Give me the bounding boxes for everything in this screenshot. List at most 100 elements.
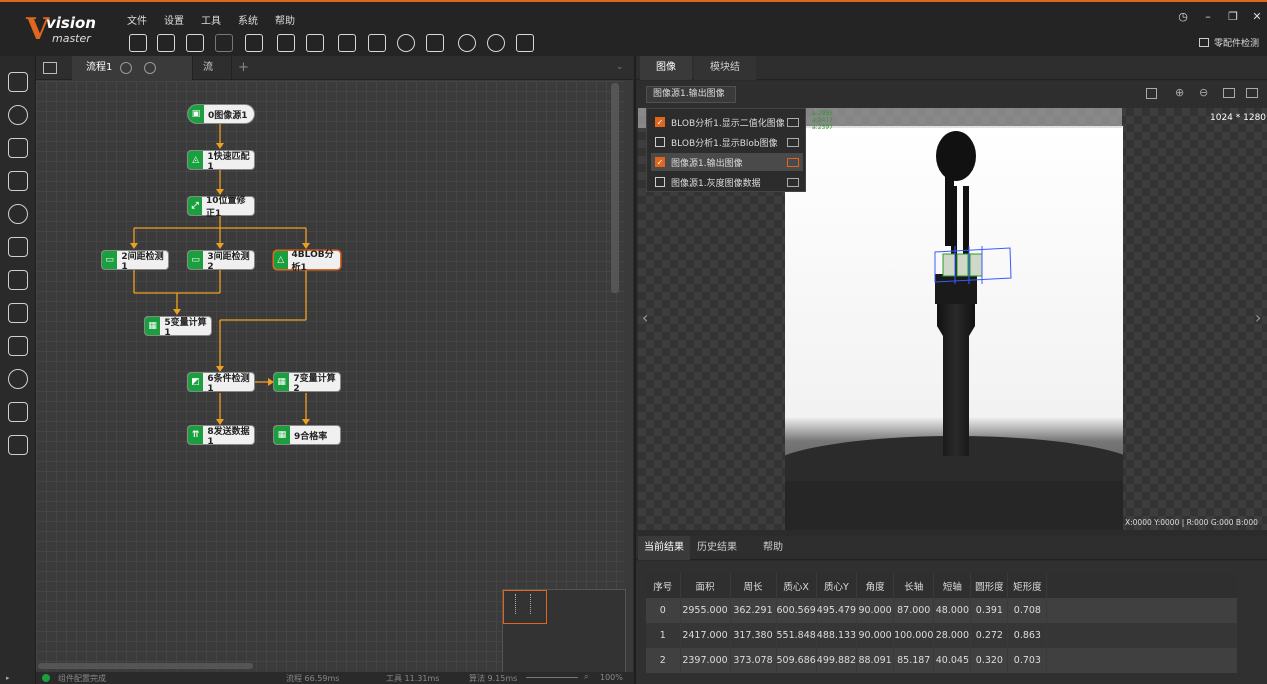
flow-tree-icon[interactable] bbox=[43, 62, 57, 74]
menu-file[interactable]: 文件 bbox=[127, 12, 147, 27]
canvas-v-scrollbar[interactable] bbox=[611, 83, 619, 293]
tab-current-result[interactable]: 当前结果 bbox=[638, 536, 690, 560]
tab-module-result[interactable]: 模块结果 bbox=[694, 56, 756, 97]
script-icon[interactable] bbox=[426, 34, 444, 52]
flow-node-condition[interactable]: ◩ 6条件检测1 bbox=[188, 373, 254, 394]
close-icon[interactable]: ✕ bbox=[1250, 10, 1264, 24]
table-row[interactable]: 2 2397.000 373.078 509.686 499.882 88.09… bbox=[646, 648, 1237, 673]
condition-icon: ◩ bbox=[188, 373, 204, 391]
rail-image-process-icon[interactable] bbox=[8, 303, 28, 323]
prev-image-icon[interactable]: ‹ bbox=[642, 308, 648, 327]
minimap[interactable]: ↘ bbox=[502, 589, 626, 684]
flow-node-var-calc-1[interactable]: ▦ 5变量计算1 bbox=[145, 317, 211, 338]
save-icon[interactable] bbox=[129, 34, 147, 52]
grid-icon[interactable] bbox=[306, 34, 324, 52]
rail-measure-icon[interactable] bbox=[8, 138, 28, 158]
rail-communication-icon[interactable] bbox=[8, 435, 28, 455]
zoom-slider[interactable] bbox=[526, 677, 578, 678]
rail-defect-icon[interactable] bbox=[8, 270, 28, 290]
layer-item-source-gray[interactable]: 图像源1.灰度图像数据 bbox=[651, 173, 803, 191]
table-row[interactable]: 0 2955.000 362.291 600.569 495.479 90.00… bbox=[646, 598, 1237, 623]
panel-splitter[interactable] bbox=[634, 56, 636, 684]
rail-calibrate-icon[interactable] bbox=[8, 204, 28, 224]
flow-node-blob[interactable]: △ 4BLOB分析1 bbox=[274, 250, 340, 273]
table-cell: 2417.000 bbox=[680, 623, 731, 648]
rail-color-icon[interactable] bbox=[8, 336, 28, 356]
layout-icon[interactable] bbox=[1146, 88, 1157, 99]
flow-node-pass-rate[interactable]: ▦ 9合格率 bbox=[274, 426, 340, 444]
clock-icon[interactable]: ◷ bbox=[1176, 10, 1190, 24]
flow-node-label: 6条件检测1 bbox=[207, 373, 250, 394]
rail-deep-learning-icon[interactable] bbox=[8, 369, 28, 389]
flow-node-position-fix[interactable]: ⤢ 10位置修正1 bbox=[188, 196, 254, 219]
flow-node-send-data[interactable]: ⇈ 8发送数据1 bbox=[188, 426, 254, 447]
open-folder-icon[interactable] bbox=[157, 34, 175, 52]
layer-item-blob-image[interactable]: BLOB分析1.显示Blob图像 bbox=[651, 133, 803, 151]
flow-node-label: 7变量计算2 bbox=[293, 373, 336, 394]
tab-flow-1[interactable]: 流程1 bbox=[72, 56, 192, 80]
layer-item-source-output[interactable]: ✓ 图像源1.输出图像 bbox=[651, 153, 803, 171]
flow-node-var-calc-2[interactable]: ▦ 7变量计算2 bbox=[274, 373, 340, 394]
lock-icon[interactable] bbox=[245, 34, 263, 52]
tab-image[interactable]: 图像 bbox=[640, 56, 692, 80]
add-tab-icon[interactable]: + bbox=[238, 60, 249, 75]
image-resolution: 1024 * 1280 bbox=[1210, 113, 1267, 123]
image-source-select[interactable]: 图像源1.输出图像 bbox=[646, 86, 736, 103]
image-layer-dropdown: ✓ BLOB分析1.显示二值化图像 BLOB分析1.显示Blob图像 ✓ 图像源… bbox=[646, 108, 806, 192]
tab-help[interactable]: 帮助 bbox=[744, 536, 802, 560]
flow-node-label: 10位置修正1 bbox=[206, 196, 246, 219]
image-viewer[interactable]: a:2955 a:2417 a:2397 1024 * 1280 X:0000 … bbox=[638, 108, 1267, 530]
run-flow-icon[interactable] bbox=[120, 62, 132, 74]
rail-logic-if-icon[interactable] bbox=[8, 402, 28, 422]
minimize-icon[interactable]: – bbox=[1201, 10, 1215, 24]
layer-item-blob-binary[interactable]: ✓ BLOB分析1.显示二值化图像 bbox=[651, 113, 803, 131]
fit-icon[interactable] bbox=[1223, 88, 1235, 98]
restore-icon[interactable]: ❐ bbox=[1226, 10, 1240, 24]
flow-node-distance-1[interactable]: ▭ 2间距检测1 bbox=[102, 251, 168, 272]
pixel-info: X:0000 Y:0000 | R:000 G:000 B:000 bbox=[1125, 518, 1258, 527]
menu-system[interactable]: 系统 bbox=[238, 12, 258, 27]
menu-help[interactable]: 帮助 bbox=[275, 12, 295, 27]
tab-history-result[interactable]: 历史结果 bbox=[692, 536, 742, 560]
layer-checkbox[interactable]: ✓ bbox=[655, 157, 665, 167]
flow-canvas[interactable]: ▣ 0图像源1 ◬ 1快速匹配1 ⤢ 10位置修正1 ▭ 2间距检测1 ▭ 3间… bbox=[36, 81, 626, 684]
calc-icon: ▦ bbox=[145, 317, 161, 335]
layer-checkbox[interactable]: ✓ bbox=[655, 117, 665, 127]
save-image-icon[interactable] bbox=[1246, 88, 1258, 98]
run-once-icon[interactable] bbox=[458, 34, 476, 52]
vm-icon[interactable] bbox=[338, 34, 356, 52]
flow-node-distance-2[interactable]: ▭ 3间距检测2 bbox=[188, 251, 254, 272]
flow-node-label: 4BLOB分析1 bbox=[291, 250, 334, 273]
import-icon[interactable] bbox=[186, 34, 204, 52]
expand-icon[interactable]: ▸ bbox=[6, 674, 14, 682]
chevron-down-icon[interactable]: ⌄ bbox=[616, 62, 624, 72]
camera-icon[interactable] bbox=[277, 34, 295, 52]
layer-label: 图像源1.输出图像 bbox=[671, 158, 743, 169]
overlay-labels: a:2955 a:2417 a:2397 bbox=[812, 110, 833, 131]
rail-locate-icon[interactable] bbox=[8, 105, 28, 125]
run-loop-icon[interactable] bbox=[487, 34, 505, 52]
rail-image-source-icon[interactable] bbox=[8, 72, 28, 92]
function-icon[interactable] bbox=[516, 34, 534, 52]
cycle-icon[interactable] bbox=[397, 34, 415, 52]
zoom-in-icon[interactable]: ⊕ bbox=[1175, 86, 1184, 99]
device-icon[interactable] bbox=[368, 34, 386, 52]
flow-node-fast-match[interactable]: ◬ 1快速匹配1 bbox=[188, 151, 254, 172]
solution-name[interactable]: 零配件检测 bbox=[1214, 36, 1259, 49]
export-icon[interactable] bbox=[215, 34, 233, 52]
loop-flow-icon[interactable] bbox=[144, 62, 156, 74]
table-header-row: 序号 面积 周长 质心X 质心Y 角度 长轴 短轴 圆形度 矩形度 bbox=[646, 573, 1237, 598]
layer-checkbox[interactable] bbox=[655, 137, 665, 147]
rail-align-icon[interactable] bbox=[8, 237, 28, 257]
table-row[interactable]: 1 2417.000 317.380 551.848 488.133 90.00… bbox=[646, 623, 1237, 648]
rail-recognize-icon[interactable] bbox=[8, 171, 28, 191]
next-image-icon[interactable]: › bbox=[1255, 308, 1261, 327]
menu-settings[interactable]: 设置 bbox=[164, 12, 184, 27]
tab-flow-2[interactable]: 流程2 bbox=[192, 56, 232, 97]
menu-tools[interactable]: 工具 bbox=[201, 12, 221, 27]
flow-node-image-source[interactable]: ▣ 0图像源1 bbox=[188, 105, 254, 123]
layer-checkbox[interactable] bbox=[655, 177, 665, 187]
layer-label: BLOB分析1.显示Blob图像 bbox=[671, 138, 778, 149]
zoom-out-icon[interactable]: ⊖ bbox=[1199, 86, 1208, 99]
canvas-h-scrollbar[interactable] bbox=[38, 663, 253, 669]
